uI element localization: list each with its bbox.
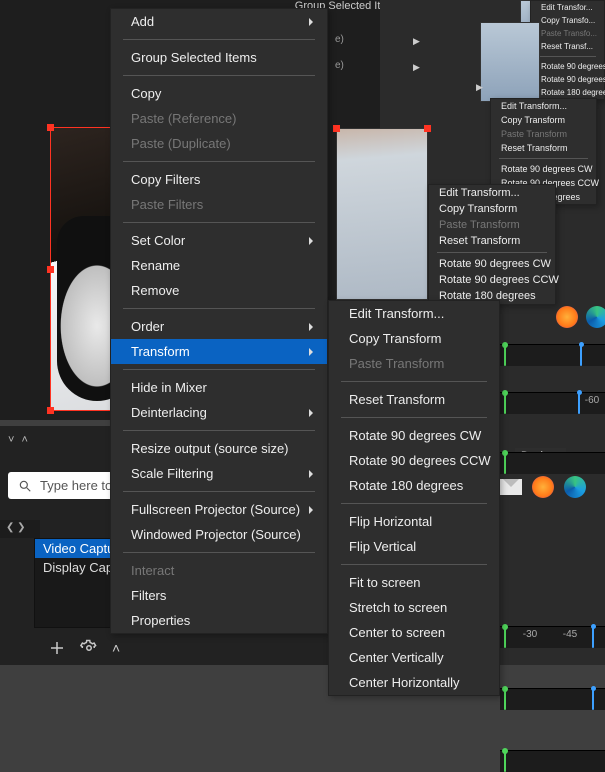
chevron-up-icon[interactable]: ˄: [112, 640, 120, 656]
tmenu-copy[interactable]: Copy Transform: [329, 326, 499, 351]
tmenu-center[interactable]: Center to screen: [329, 620, 499, 645]
mini2-paste: Paste Transform: [491, 127, 596, 141]
firefox-icon-2[interactable]: [532, 476, 554, 498]
transform-submenu: Edit Transform... Copy Transform Paste T…: [328, 300, 500, 696]
mini1-reset[interactable]: Reset Transf...: [531, 40, 604, 53]
menu-filters[interactable]: Filters: [111, 583, 327, 608]
mini-transform-menu-3: Edit Transform... Copy Transform Paste T…: [428, 184, 556, 305]
tmenu-paste: Paste Transform: [329, 351, 499, 376]
tmenu-edit[interactable]: Edit Transform...: [329, 301, 499, 326]
strike-text: e): [335, 34, 344, 45]
menu-windowed-projector[interactable]: Windowed Projector (Source): [111, 522, 327, 547]
sources-toolbar: ˄: [40, 635, 128, 661]
mail-icon[interactable]: [500, 479, 522, 495]
menu-order[interactable]: Order: [111, 314, 327, 339]
menu-copy[interactable]: Copy: [111, 81, 327, 106]
menu-group[interactable]: Group Selected Items: [111, 45, 327, 70]
edge-icon[interactable]: [586, 306, 605, 328]
search-icon: [18, 479, 32, 493]
menu-hide-mixer[interactable]: Hide in Mixer: [111, 375, 327, 400]
tray-icons-row-2: [500, 476, 586, 498]
tmenu-stretch[interactable]: Stretch to screen: [329, 595, 499, 620]
menu-properties[interactable]: Properties: [111, 608, 327, 633]
mini-transform-menu-1: Edit Transfor... Copy Transfo... Paste T…: [530, 0, 605, 100]
context-menu: Add Group Selected Items Copy Paste (Ref…: [110, 8, 328, 634]
timeline-ruler-1[interactable]: [500, 344, 605, 366]
mini-preview-2[interactable]: [480, 22, 540, 102]
menu-transform[interactable]: Transform: [111, 339, 327, 364]
mini1-r90cw[interactable]: Rotate 90 degrees CW: [531, 60, 604, 73]
menu-deinterlacing[interactable]: Deinterlacing: [111, 400, 327, 425]
menu-paste-ref: Paste (Reference): [111, 106, 327, 131]
mini3-reset[interactable]: Reset Transform: [429, 233, 555, 249]
mini2-reset[interactable]: Reset Transform: [491, 141, 596, 155]
mini3-paste: Paste Transform: [429, 217, 555, 233]
firefox-icon[interactable]: [556, 306, 578, 328]
edge-icon-2[interactable]: [564, 476, 586, 498]
menu-scale-filtering[interactable]: Scale Filtering: [111, 461, 327, 486]
menu-add[interactable]: Add: [111, 9, 327, 34]
tmenu-reset[interactable]: Reset Transform: [329, 387, 499, 412]
tmenu-flipv[interactable]: Flip Vertical: [329, 534, 499, 559]
tmenu-rot90ccw[interactable]: Rotate 90 degrees CCW: [329, 448, 499, 473]
mini3-edit[interactable]: Edit Transform...: [429, 185, 555, 201]
submenu-arrow-3: ▶: [476, 82, 483, 93]
tmenu-centerv[interactable]: Center Vertically: [329, 645, 499, 670]
tmenu-centerh[interactable]: Center Horizontally: [329, 670, 499, 695]
menu-set-color[interactable]: Set Color: [111, 228, 327, 253]
timeline-ruler-6[interactable]: [500, 750, 605, 772]
tmenu-rot180[interactable]: Rotate 180 degrees: [329, 473, 499, 498]
timeline-ruler-3[interactable]: [500, 452, 605, 474]
timeline-ruler-5[interactable]: [500, 688, 605, 710]
mini3-r90ccw[interactable]: Rotate 90 degrees CCW: [429, 272, 555, 288]
mini1-edit[interactable]: Edit Transfor...: [531, 1, 604, 14]
timeline-ruler-2[interactable]: -60: [500, 392, 605, 414]
mini1-copy[interactable]: Copy Transfo...: [531, 14, 604, 27]
panel-edge: ❮ ❯: [0, 520, 40, 538]
menu-paste-dup: Paste (Duplicate): [111, 131, 327, 156]
menu-interact: Interact: [111, 558, 327, 583]
timeline-ruler-4[interactable]: -30 -45: [500, 626, 605, 648]
mini3-copy[interactable]: Copy Transform: [429, 201, 555, 217]
strike-text2: e): [335, 60, 344, 71]
tmenu-fliph[interactable]: Flip Horizontal: [329, 509, 499, 534]
menu-resize-output[interactable]: Resize output (source size): [111, 436, 327, 461]
tmenu-rot90cw[interactable]: Rotate 90 degrees CW: [329, 423, 499, 448]
tray-icons-row-1: [556, 306, 605, 328]
menu-rename[interactable]: Rename: [111, 253, 327, 278]
mini-preview-3[interactable]: [336, 128, 428, 300]
menu-paste-filters: Paste Filters: [111, 192, 327, 217]
menu-remove[interactable]: Remove: [111, 278, 327, 303]
panel-collapse-chevrons[interactable]: ˅ ˄: [8, 434, 30, 446]
mini2-copy[interactable]: Copy Transform: [491, 113, 596, 127]
submenu-arrow-2: ▶: [413, 62, 420, 73]
mini2-edit[interactable]: Edit Transform...: [491, 99, 596, 113]
tmenu-fit[interactable]: Fit to screen: [329, 570, 499, 595]
mini1-r90ccw[interactable]: Rotate 90 degrees CCW: [531, 73, 604, 86]
settings-icon[interactable]: [80, 639, 98, 657]
menu-copy-filters[interactable]: Copy Filters: [111, 167, 327, 192]
submenu-arrow-1: ▶: [413, 36, 420, 47]
menu-fullscreen-projector[interactable]: Fullscreen Projector (Source): [111, 497, 327, 522]
mini3-r90cw[interactable]: Rotate 90 degrees CW: [429, 256, 555, 272]
mini1-paste: Paste Transfo...: [531, 27, 604, 40]
mini2-r90cw[interactable]: Rotate 90 degrees CW: [491, 162, 596, 176]
add-source-icon[interactable]: [48, 639, 66, 657]
